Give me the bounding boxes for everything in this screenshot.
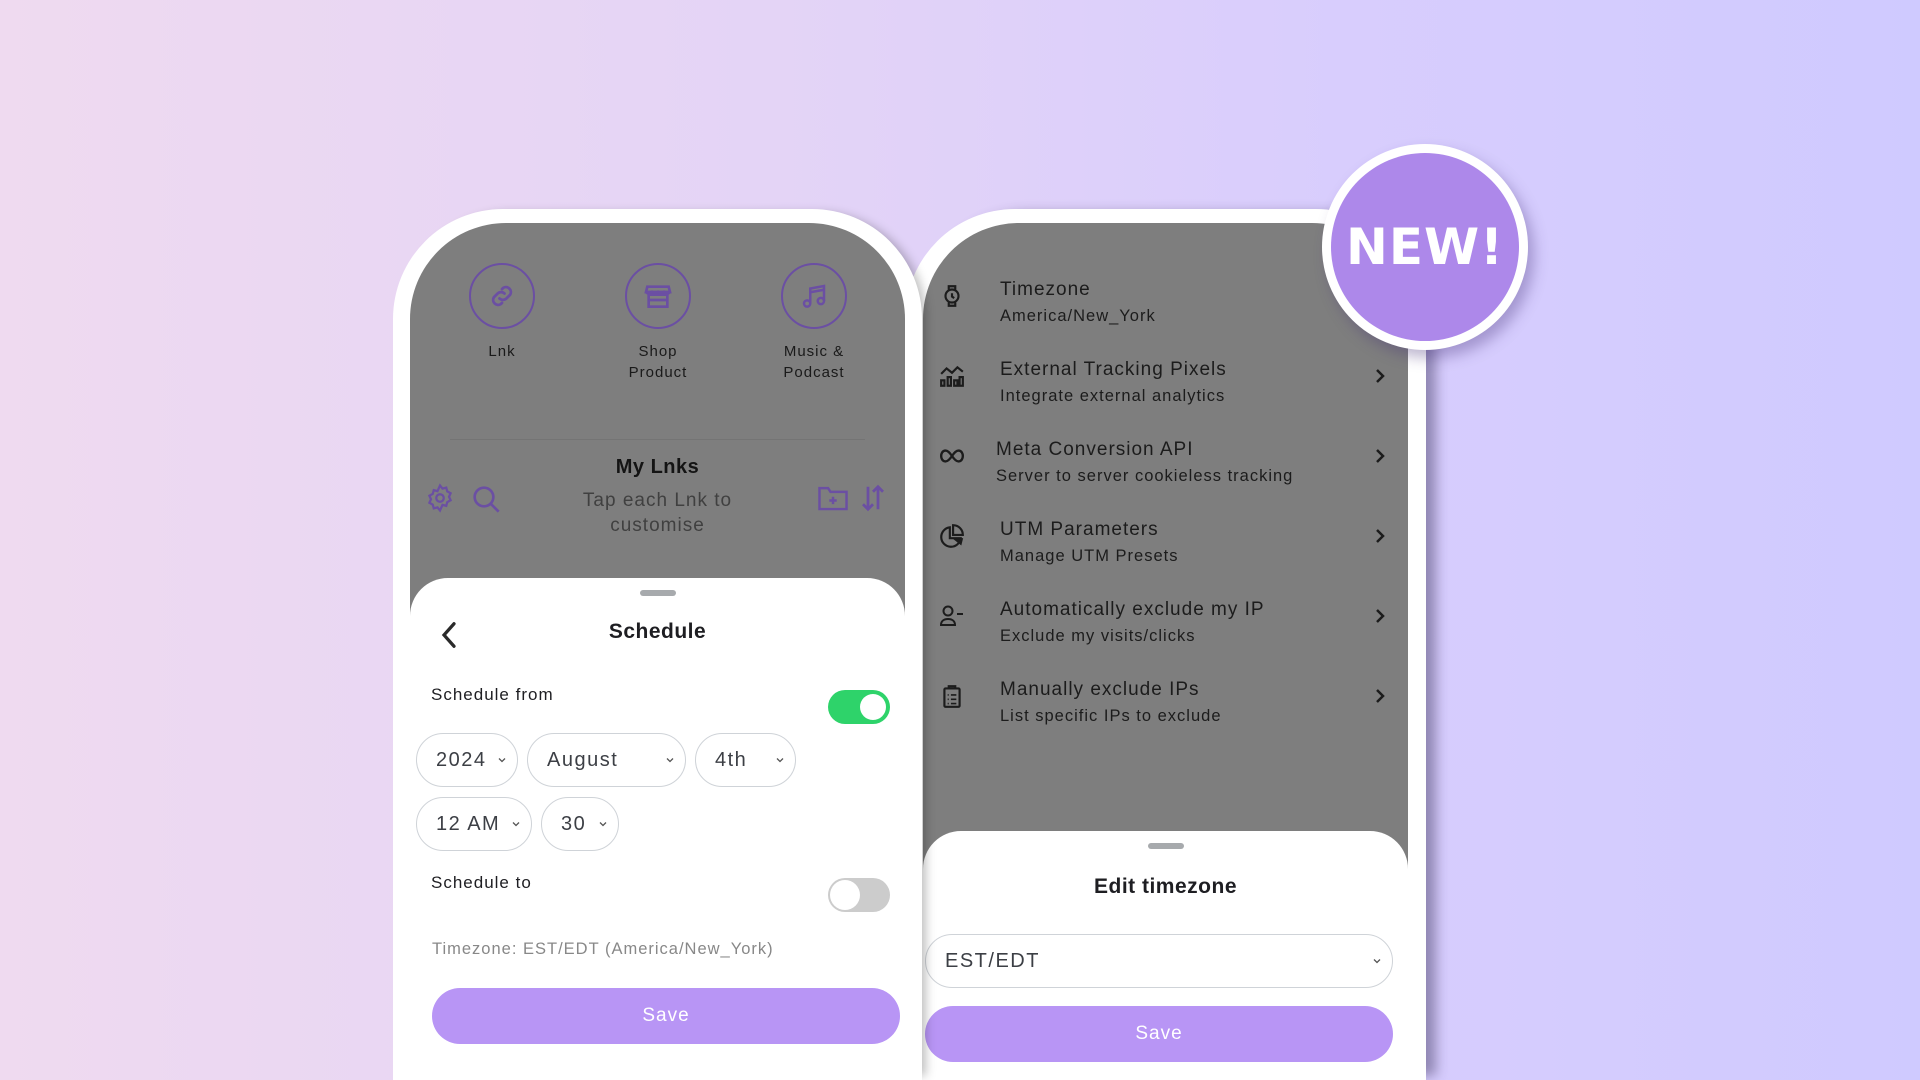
schedule-to-toggle[interactable] — [828, 878, 890, 912]
quick-actions: Lnk Shop Product Music & Podcast — [410, 263, 905, 381]
new-badge: NEW! — [1322, 144, 1528, 350]
drag-handle[interactable] — [639, 590, 676, 596]
item-title: Automatically exclude my IP — [1000, 599, 1265, 620]
item-title: Meta Conversion API — [996, 439, 1194, 460]
hour-select-value: 12 AM — [436, 812, 501, 835]
storefront-icon — [644, 285, 672, 308]
chevron-down-icon — [1373, 959, 1381, 964]
chevron-right-icon — [1376, 609, 1385, 623]
settings-item-auto-exclude-ip[interactable]: Automatically exclude my IP Exclude my v… — [923, 599, 1408, 669]
timezone-note: Timezone: EST/EDT (America/New_York) — [432, 940, 774, 958]
year-select-value: 2024 — [436, 748, 487, 771]
item-subtitle: Exclude my visits/clicks — [1000, 627, 1196, 645]
chevron-right-icon — [1376, 689, 1385, 703]
music-note-icon — [802, 284, 826, 308]
analytics-icon — [940, 365, 964, 387]
quick-action-icon-circle — [781, 263, 847, 329]
sheet-title: Edit timezone — [1093, 875, 1237, 898]
save-button[interactable]: Save — [925, 1006, 1393, 1062]
settings-item-utm-parameters[interactable]: UTM Parameters Manage UTM Presets — [923, 519, 1408, 589]
item-subtitle: Manage UTM Presets — [1000, 547, 1179, 565]
new-badge-text: NEW! — [1346, 218, 1504, 276]
settings-item-external-tracking-pixels[interactable]: External Tracking Pixels Integrate exter… — [923, 359, 1408, 429]
timezone-select-value: EST/EDT — [945, 949, 1040, 972]
my-lnks-screen: Lnk Shop Product Music & Podcast My Lnks… — [410, 223, 905, 1080]
item-subtitle: America/New_York — [1000, 307, 1156, 325]
item-title: Manually exclude IPs — [1000, 679, 1200, 700]
timezone-select[interactable]: EST/EDT — [925, 934, 1393, 988]
item-subtitle: Server to server cookieless tracking — [996, 467, 1294, 485]
quick-action-shop-product[interactable]: Shop Product — [588, 263, 728, 383]
item-subtitle: List specific IPs to exclude — [1000, 707, 1222, 725]
minute-select[interactable]: 30 — [541, 797, 619, 851]
new-badge-circle: NEW! — [1331, 153, 1519, 341]
chevron-right-icon — [1376, 449, 1385, 463]
settings-item-manual-exclude-ips[interactable]: Manually exclude IPs List specific IPs t… — [923, 679, 1408, 749]
phone-mockup-tracking: Timezone America/New_York External Track… — [905, 209, 1426, 1080]
toggle-knob — [830, 880, 860, 910]
item-subtitle: Integrate external analytics — [1000, 387, 1226, 405]
quick-action-lnk[interactable]: Lnk — [432, 263, 572, 362]
tracking-settings-screen: Timezone America/New_York External Track… — [923, 223, 1408, 1080]
save-button[interactable]: Save — [432, 988, 900, 1044]
link-icon — [491, 285, 513, 307]
quick-action-label: Lnk — [488, 343, 516, 360]
schedule-from-label: Schedule from — [431, 685, 554, 704]
chevron-down-icon — [599, 822, 607, 827]
chevron-down-icon — [776, 758, 784, 763]
chevron-down-icon — [666, 758, 674, 763]
edit-timezone-sheet: Edit timezone EST/EDT Save — [923, 831, 1408, 1080]
quick-action-label: Shop Product — [628, 343, 688, 381]
chevron-right-icon — [1376, 369, 1385, 383]
item-title: UTM Parameters — [1000, 519, 1159, 540]
day-select-value: 4th — [715, 748, 748, 771]
chevron-right-icon — [1376, 529, 1385, 543]
phone-mockup-schedule: Lnk Shop Product Music & Podcast My Lnks… — [393, 209, 922, 1080]
item-title: External Tracking Pixels — [1000, 359, 1227, 380]
my-lnks-title: My Lnks — [615, 456, 700, 478]
year-select[interactable]: 2024 — [416, 733, 518, 787]
month-select[interactable]: August — [527, 733, 686, 787]
divider — [450, 439, 865, 440]
watch-icon — [944, 285, 960, 307]
month-select-value: August — [547, 748, 619, 771]
my-lnks-subtitle: Tap each Lnk to customise — [582, 490, 733, 536]
pie-chart-icon — [940, 524, 964, 548]
quick-action-icon-circle — [469, 263, 535, 329]
item-title: Timezone — [1000, 279, 1091, 300]
chevron-down-icon — [498, 758, 506, 763]
schedule-to-label: Schedule to — [431, 873, 532, 892]
clipboard-list-icon — [943, 685, 961, 708]
schedule-sheet: Schedule Schedule from 2024 August 4th 1… — [410, 578, 905, 1080]
quick-action-music-podcast[interactable]: Music & Podcast — [744, 263, 884, 383]
toggle-knob — [860, 694, 886, 720]
settings-item-meta-conversion-api[interactable]: Meta Conversion API Server to server coo… — [923, 439, 1408, 509]
meta-infinity-icon — [939, 449, 965, 463]
user-remove-icon — [939, 605, 963, 626]
hour-select[interactable]: 12 AM — [416, 797, 532, 851]
minute-select-value: 30 — [561, 812, 587, 835]
day-select[interactable]: 4th — [695, 733, 796, 787]
drag-handle[interactable] — [1147, 843, 1184, 849]
quick-action-icon-circle — [625, 263, 691, 329]
chevron-down-icon — [512, 822, 520, 827]
sheet-title: Schedule — [608, 620, 707, 643]
quick-action-label: Music & Podcast — [783, 343, 845, 381]
schedule-from-toggle[interactable] — [828, 690, 890, 724]
